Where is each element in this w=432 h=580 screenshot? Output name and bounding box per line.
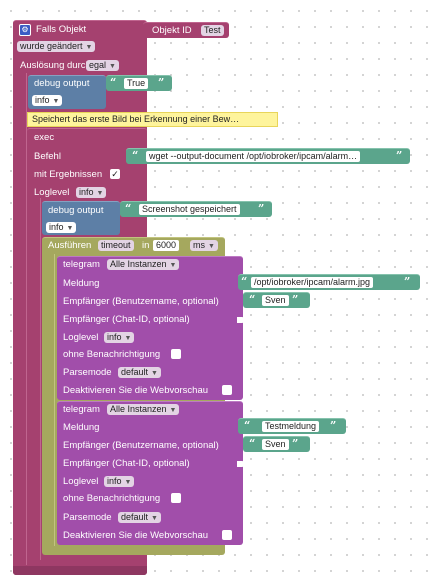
message-value-1[interactable]: /opt/iobroker/ipcam/alarm.jpg (251, 277, 374, 288)
debug-level-value-2: info (49, 222, 64, 232)
telegram-label-1: telegram (63, 259, 100, 270)
parse-label-2: Parsemode (63, 512, 112, 523)
exec-loglevel-dropdown[interactable]: info ▼ (76, 187, 107, 198)
timeout-unit-value: ms (193, 240, 205, 250)
quote-open-icon: “ (244, 419, 251, 432)
exec-loglevel-value: info (79, 187, 94, 197)
exec-label: exec (34, 132, 55, 143)
chevron-down-icon: ▼ (169, 262, 177, 269)
debug-output-label-2: debug output (48, 205, 104, 216)
debug-output-label-1: debug output (34, 78, 90, 89)
object-id-label: Objekt ID (152, 25, 192, 36)
chevron-down-icon: ▼ (151, 515, 158, 522)
quote-open-icon: “ (249, 437, 256, 450)
telegram-loglevel-dropdown-2[interactable]: info ▼ (104, 476, 135, 487)
quote-open-icon: “ (125, 202, 132, 215)
gear-icon[interactable]: ⚙ (19, 24, 31, 36)
chat-label-1: Empfänger (Chat-ID, optional) (63, 314, 190, 325)
quote-open-icon: “ (241, 275, 248, 288)
command-label: Befehl (34, 151, 61, 162)
object-id-value[interactable]: Test (201, 25, 224, 36)
message-value-2[interactable]: Testmeldung (262, 421, 320, 432)
debug-level-dropdown-2[interactable]: info ▼ (46, 222, 77, 233)
timeout-label: Ausführen (48, 240, 92, 251)
chevron-down-icon: ▼ (52, 98, 60, 105)
chevron-down-icon: ▼ (66, 225, 74, 232)
input-notch (237, 461, 245, 467)
silent-label-2: ohne Benachrichtigung (63, 493, 161, 504)
comment-bubble[interactable]: Speichert das erste Bild bei Erkennung e… (27, 112, 278, 127)
ack-label: Auslösung durch (20, 60, 91, 71)
chevron-down-icon: ▼ (85, 44, 93, 51)
silent-checkbox-2[interactable] (171, 493, 181, 503)
timeout-mode-value[interactable]: timeout (98, 240, 134, 251)
results-checkbox[interactable]: ✓ (110, 169, 120, 179)
timeout-value[interactable]: 6000 (153, 240, 180, 251)
ack-dropdown[interactable]: egal ▼ (86, 60, 119, 71)
quote-close-icon: ” (158, 76, 165, 89)
debug-level-dropdown-1[interactable]: info ▼ (32, 95, 63, 106)
preview-label-1: Deaktivieren Sie die Webvorschau (63, 385, 209, 396)
quote-close-icon: ” (396, 149, 403, 162)
command-value[interactable]: wget --output-document /opt/iobroker/ipc… (146, 151, 361, 162)
quote-close-icon: ” (258, 202, 265, 215)
chat-label-2: Empfänger (Chat-ID, optional) (63, 458, 190, 469)
quote-close-icon: ” (292, 293, 299, 306)
condition-dropdown[interactable]: wurde geändert ▼ (17, 41, 96, 52)
chevron-down-icon: ▼ (208, 243, 215, 250)
timeout-unit-dropdown[interactable]: ms ▼ (190, 240, 218, 251)
ack-value: egal (89, 60, 107, 70)
user-value-2[interactable]: Sven (262, 439, 289, 450)
telegram-instance-value-2: Alle Instanzen (110, 404, 167, 414)
telegram-label-2: telegram (63, 404, 100, 415)
parse-value-1: default (121, 367, 149, 377)
chevron-down-icon: ▼ (151, 370, 158, 377)
chevron-down-icon: ▼ (109, 63, 116, 70)
telegram-instance-dropdown-2[interactable]: Alle Instanzen ▼ (107, 404, 180, 415)
condition-value: wurde geändert (20, 41, 83, 51)
parse-dropdown-2[interactable]: default ▼ (118, 512, 161, 523)
user-value-1[interactable]: Sven (262, 295, 289, 306)
telegram-instance-dropdown-1[interactable]: Alle Instanzen ▼ (107, 259, 180, 270)
telegram-loglevel-label-1: Loglevel (63, 332, 99, 343)
trigger-title: Falls Objekt (36, 24, 87, 35)
silent-label-1: ohne Benachrichtigung (63, 349, 161, 360)
debug-text-1[interactable]: True (124, 78, 149, 89)
user-label-2: Empfänger (Benutzername, optional) (63, 440, 219, 451)
chevron-down-icon: ▼ (96, 190, 104, 197)
quote-close-icon: ” (404, 275, 411, 288)
parse-label-1: Parsemode (63, 367, 112, 378)
quote-open-icon: “ (249, 293, 256, 306)
debug-level-value-1: info (35, 95, 50, 105)
telegram-loglevel-dropdown-1[interactable]: info ▼ (104, 332, 135, 343)
user-label-1: Empfänger (Benutzername, optional) (63, 296, 219, 307)
message-label-1: Meldung (63, 278, 100, 289)
telegram-loglevel-value-1: info (107, 332, 122, 342)
results-label: mit Ergebnissen (34, 169, 103, 180)
chevron-down-icon: ▼ (169, 407, 177, 414)
parse-value-2: default (121, 512, 149, 522)
quote-close-icon: ” (330, 419, 337, 432)
preview-checkbox-2[interactable] (222, 530, 232, 540)
input-notch (237, 317, 245, 323)
preview-label-2: Deaktivieren Sie die Webvorschau (63, 530, 209, 541)
timeout-in-label: in (142, 240, 150, 251)
object-id-block[interactable]: Objekt ID Test (143, 22, 229, 38)
message-label-2: Meldung (63, 422, 100, 433)
parse-dropdown-1[interactable]: default ▼ (118, 367, 161, 378)
quote-open-icon: “ (110, 76, 117, 89)
quote-open-icon: “ (132, 149, 139, 162)
telegram-loglevel-label-2: Loglevel (63, 476, 99, 487)
telegram-instance-value-1: Alle Instanzen (110, 259, 167, 269)
chevron-down-icon: ▼ (124, 479, 132, 486)
chevron-down-icon: ▼ (124, 335, 132, 342)
preview-checkbox-1[interactable] (222, 385, 232, 395)
silent-checkbox-1[interactable] (171, 349, 181, 359)
telegram-loglevel-value-2: info (107, 476, 122, 486)
trigger-block-footer (13, 566, 147, 575)
quote-close-icon: ” (292, 437, 299, 450)
debug-text-2[interactable]: Screenshot gespeichert (139, 204, 240, 215)
